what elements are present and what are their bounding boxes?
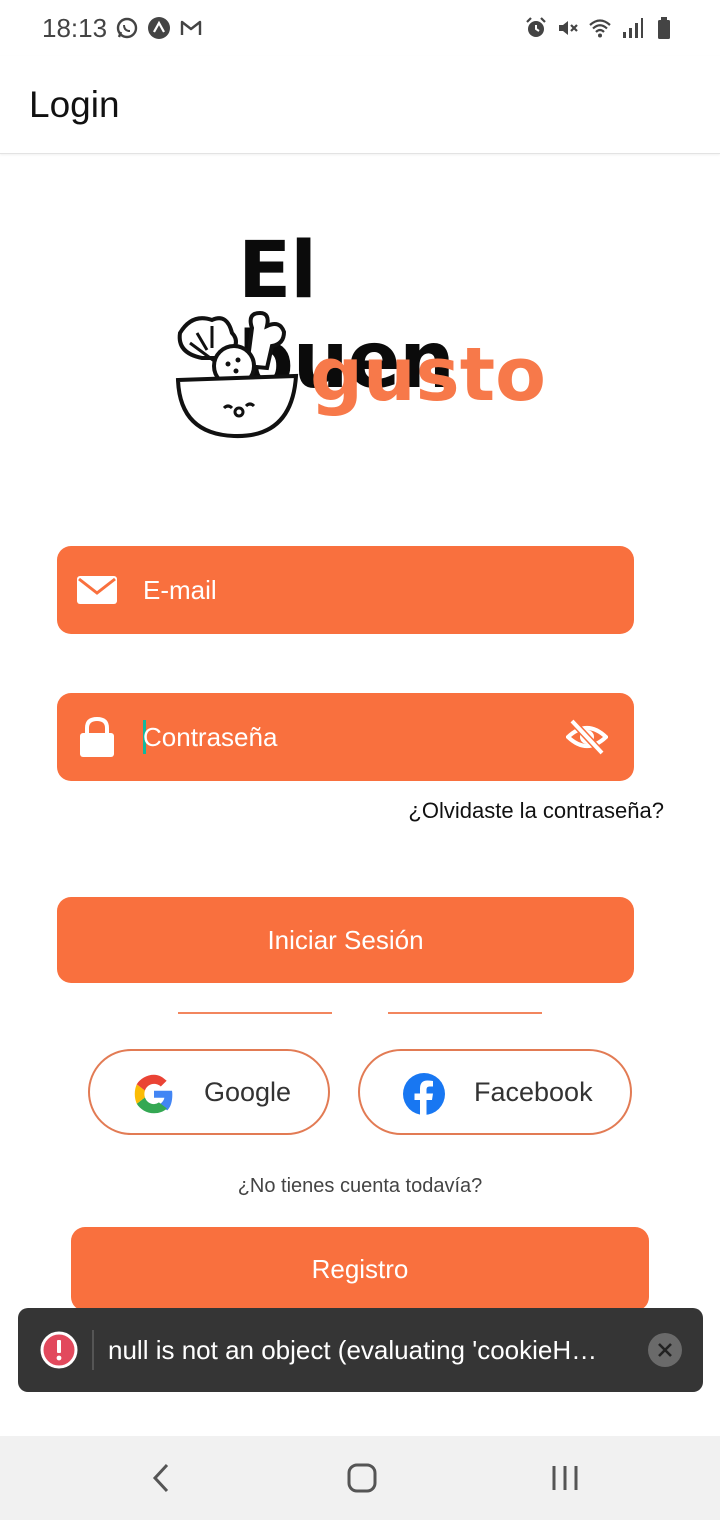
toast-separator	[92, 1330, 94, 1370]
facebook-label: Facebook	[474, 1076, 593, 1107]
lock-icon	[80, 717, 114, 757]
status-right	[524, 16, 676, 40]
no-account-text: ¿No tienes cuenta todavía?	[237, 1175, 483, 1197]
forgot-password-link[interactable]: ¿Olvidaste la contraseña?	[408, 798, 664, 824]
google-button[interactable]: Google	[88, 1049, 330, 1135]
facebook-icon	[403, 1073, 445, 1116]
close-icon[interactable]	[647, 1332, 683, 1368]
mute-icon	[559, 21, 578, 35]
email-input[interactable]	[143, 546, 543, 634]
alarm-icon	[526, 17, 546, 37]
app-header: Login	[0, 56, 720, 154]
status-time: 18:13	[42, 12, 108, 43]
page-title: Login	[29, 84, 120, 125]
status-bar: 18:13	[0, 0, 720, 56]
salad-bowl-icon	[175, 310, 299, 439]
eye-off-icon[interactable]	[566, 717, 608, 757]
password-input[interactable]	[143, 693, 543, 781]
home-icon[interactable]	[342, 1458, 382, 1498]
wifi-icon	[589, 19, 611, 38]
password-field[interactable]	[57, 693, 634, 781]
google-label: Google	[204, 1076, 292, 1107]
email-field[interactable]	[57, 546, 634, 634]
app-logo: El buen gusto	[172, 226, 546, 446]
divider-right	[388, 1012, 542, 1014]
login-button[interactable]: Iniciar Sesión	[57, 897, 634, 983]
error-icon	[40, 1331, 78, 1369]
google-icon	[134, 1074, 173, 1114]
battery-icon	[658, 17, 670, 39]
toast-message: null is not an object (evaluating 'cooki…	[108, 1335, 608, 1365]
status-left: 18:13	[42, 13, 203, 44]
divider-left	[178, 1012, 332, 1014]
expo-icon	[148, 17, 171, 39]
facebook-button[interactable]: Facebook	[358, 1049, 632, 1135]
gmail-icon	[180, 20, 202, 35]
logo-text-line2: gusto	[310, 332, 546, 418]
error-toast: null is not an object (evaluating 'cooki…	[18, 1308, 703, 1392]
system-nav-bar	[0, 1436, 720, 1520]
signal-icon	[623, 18, 643, 38]
register-button[interactable]: Registro	[71, 1227, 649, 1311]
mail-icon	[77, 576, 117, 604]
recents-icon[interactable]	[545, 1458, 585, 1498]
whatsapp-icon	[116, 17, 138, 39]
back-icon[interactable]	[142, 1458, 182, 1498]
